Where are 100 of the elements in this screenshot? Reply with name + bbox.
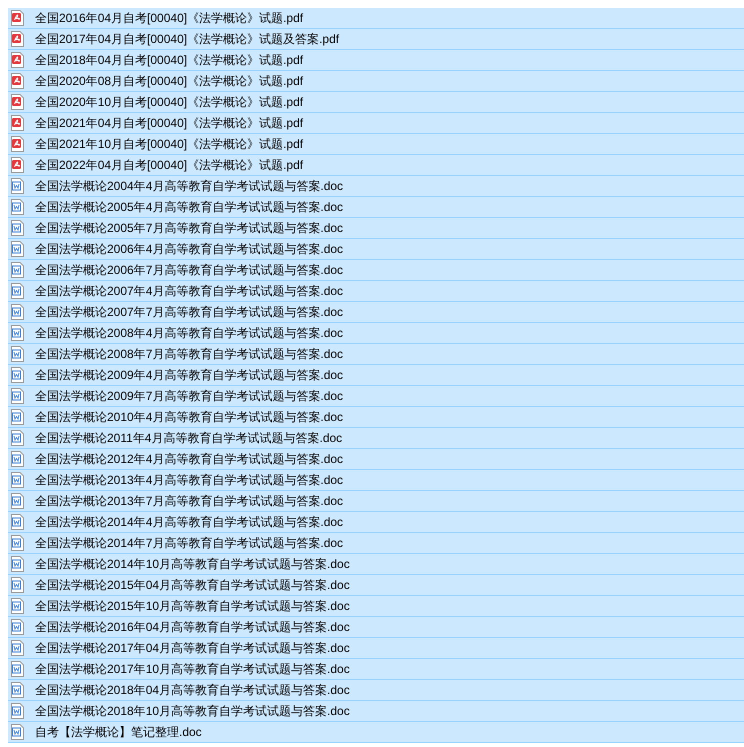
file-row[interactable]: 全国法学概论2005年4月高等教育自学考试试题与答案.doc [8,197,744,218]
file-name: 全国2020年08月自考[00040]《法学概论》试题.pdf [35,73,304,90]
file-name: 全国法学概论2011年4月高等教育自学考试试题与答案.doc [35,430,342,447]
document-file-icon [11,493,24,509]
document-file-icon [11,430,24,446]
document-file-icon [11,619,24,635]
file-row[interactable]: 全国法学概论2014年4月高等教育自学考试试题与答案.doc [8,512,744,533]
document-file-icon [11,535,24,551]
file-row[interactable]: 自考【法学概论】笔记整理.doc [8,722,744,743]
document-file-icon [11,472,24,488]
document-file-icon [11,577,24,593]
file-row[interactable]: 全国法学概论2014年10月高等教育自学考试试题与答案.doc [8,554,744,575]
document-file-icon [11,346,24,362]
document-file-icon [11,178,24,194]
file-row[interactable]: 全国法学概论2006年4月高等教育自学考试试题与答案.doc [8,239,744,260]
file-row[interactable]: 全国法学概论2008年4月高等教育自学考试试题与答案.doc [8,323,744,344]
pdf-file-icon [11,115,24,131]
file-row[interactable]: 全国法学概论2009年7月高等教育自学考试试题与答案.doc [8,386,744,407]
document-file-icon [11,661,24,677]
pdf-file-icon [11,10,24,26]
file-row[interactable]: 全国法学概论2018年10月高等教育自学考试试题与答案.doc [8,701,744,722]
pdf-file-icon [11,52,24,68]
file-name: 全国2016年04月自考[00040]《法学概论》试题.pdf [35,10,304,27]
file-name: 全国法学概论2013年7月高等教育自学考试试题与答案.doc [35,493,344,510]
document-file-icon [11,682,24,698]
file-row[interactable]: 全国法学概论2017年04月高等教育自学考试试题与答案.doc [8,638,744,659]
document-file-icon [11,283,24,299]
file-name: 全国法学概论2015年04月高等教育自学考试试题与答案.doc [35,577,350,594]
document-file-icon [11,598,24,614]
document-file-icon [11,388,24,404]
file-row[interactable]: 全国法学概论2013年7月高等教育自学考试试题与答案.doc [8,491,744,512]
file-name: 全国法学概论2005年4月高等教育自学考试试题与答案.doc [35,199,344,216]
file-row[interactable]: 全国法学概论2015年10月高等教育自学考试试题与答案.doc [8,596,744,617]
pdf-file-icon [11,136,24,152]
file-row[interactable]: 全国2020年10月自考[00040]《法学概论》试题.pdf [8,92,744,113]
file-row[interactable]: 全国2020年08月自考[00040]《法学概论》试题.pdf [8,71,744,92]
file-name: 全国法学概论2018年04月高等教育自学考试试题与答案.doc [35,682,350,699]
file-name: 全国法学概论2004年4月高等教育自学考试试题与答案.doc [35,178,344,195]
document-file-icon [11,451,24,467]
file-name: 全国2020年10月自考[00040]《法学概论》试题.pdf [35,94,304,111]
file-name: 全国法学概论2012年4月高等教育自学考试试题与答案.doc [35,451,344,468]
file-row[interactable]: 全国法学概论2016年04月高等教育自学考试试题与答案.doc [8,617,744,638]
file-row[interactable]: 全国法学概论2014年7月高等教育自学考试试题与答案.doc [8,533,744,554]
file-row[interactable]: 全国法学概论2006年7月高等教育自学考试试题与答案.doc [8,260,744,281]
file-row[interactable]: 全国法学概论2017年10月高等教育自学考试试题与答案.doc [8,659,744,680]
file-row[interactable]: 全国法学概论2013年4月高等教育自学考试试题与答案.doc [8,470,744,491]
pdf-file-icon [11,94,24,110]
file-name: 自考【法学概论】笔记整理.doc [35,724,202,741]
pdf-file-icon [11,157,24,173]
file-row[interactable]: 全国2021年10月自考[00040]《法学概论》试题.pdf [8,134,744,155]
file-name: 全国2018年04月自考[00040]《法学概论》试题.pdf [35,52,304,69]
file-name: 全国2022年04月自考[00040]《法学概论》试题.pdf [35,157,304,174]
file-name: 全国法学概论2018年10月高等教育自学考试试题与答案.doc [35,703,350,720]
file-name: 全国法学概论2015年10月高等教育自学考试试题与答案.doc [35,598,350,615]
file-name: 全国法学概论2017年10月高等教育自学考试试题与答案.doc [35,661,350,678]
file-row[interactable]: 全国法学概论2008年7月高等教育自学考试试题与答案.doc [8,344,744,365]
pdf-file-icon [11,31,24,47]
file-name: 全国法学概论2006年7月高等教育自学考试试题与答案.doc [35,262,344,279]
document-file-icon [11,304,24,320]
file-name: 全国法学概论2016年04月高等教育自学考试试题与答案.doc [35,619,350,636]
file-name: 全国法学概论2007年7月高等教育自学考试试题与答案.doc [35,304,344,321]
document-file-icon [11,325,24,341]
file-row[interactable]: 全国2018年04月自考[00040]《法学概论》试题.pdf [8,50,744,71]
file-row[interactable]: 全国2017年04月自考[00040]《法学概论》试题及答案.pdf [8,29,744,50]
file-row[interactable]: 全国法学概论2009年4月高等教育自学考试试题与答案.doc [8,365,744,386]
document-file-icon [11,703,24,719]
file-name: 全国法学概论2008年7月高等教育自学考试试题与答案.doc [35,346,344,363]
document-file-icon [11,556,24,572]
file-row[interactable]: 全国2021年04月自考[00040]《法学概论》试题.pdf [8,113,744,134]
file-row[interactable]: 全国法学概论2007年7月高等教育自学考试试题与答案.doc [8,302,744,323]
file-name: 全国法学概论2006年4月高等教育自学考试试题与答案.doc [35,241,344,258]
file-row[interactable]: 全国法学概论2004年4月高等教育自学考试试题与答案.doc [8,176,744,197]
file-row[interactable]: 全国2016年04月自考[00040]《法学概论》试题.pdf [8,8,744,29]
document-file-icon [11,409,24,425]
document-file-icon [11,199,24,215]
file-name: 全国法学概论2013年4月高等教育自学考试试题与答案.doc [35,472,344,489]
file-name: 全国法学概论2008年4月高等教育自学考试试题与答案.doc [35,325,344,342]
document-file-icon [11,367,24,383]
document-file-icon [11,241,24,257]
file-row[interactable]: 全国法学概论2005年7月高等教育自学考试试题与答案.doc [8,218,744,239]
file-name: 全国法学概论2009年4月高等教育自学考试试题与答案.doc [35,367,344,384]
pdf-file-icon [11,73,24,89]
file-row[interactable]: 全国法学概论2007年4月高等教育自学考试试题与答案.doc [8,281,744,302]
file-row[interactable]: 全国法学概论2010年4月高等教育自学考试试题与答案.doc [8,407,744,428]
file-row[interactable]: 全国法学概论2015年04月高等教育自学考试试题与答案.doc [8,575,744,596]
file-name: 全国2021年10月自考[00040]《法学概论》试题.pdf [35,136,304,153]
file-row[interactable]: 全国法学概论2012年4月高等教育自学考试试题与答案.doc [8,449,744,470]
file-name: 全国法学概论2005年7月高等教育自学考试试题与答案.doc [35,220,344,237]
file-name: 全国2017年04月自考[00040]《法学概论》试题及答案.pdf [35,31,340,48]
file-row[interactable]: 全国法学概论2018年04月高等教育自学考试试题与答案.doc [8,680,744,701]
document-file-icon [11,220,24,236]
file-row[interactable]: 全国2022年04月自考[00040]《法学概论》试题.pdf [8,155,744,176]
file-name: 全国法学概论2017年04月高等教育自学考试试题与答案.doc [35,640,350,657]
document-file-icon [11,724,24,740]
file-row[interactable]: 全国法学概论2011年4月高等教育自学考试试题与答案.doc [8,428,744,449]
file-name: 全国2021年04月自考[00040]《法学概论》试题.pdf [35,115,304,132]
document-file-icon [11,514,24,530]
file-name: 全国法学概论2014年4月高等教育自学考试试题与答案.doc [35,514,344,531]
file-name: 全国法学概论2014年10月高等教育自学考试试题与答案.doc [35,556,350,573]
file-name: 全国法学概论2010年4月高等教育自学考试试题与答案.doc [35,409,344,426]
